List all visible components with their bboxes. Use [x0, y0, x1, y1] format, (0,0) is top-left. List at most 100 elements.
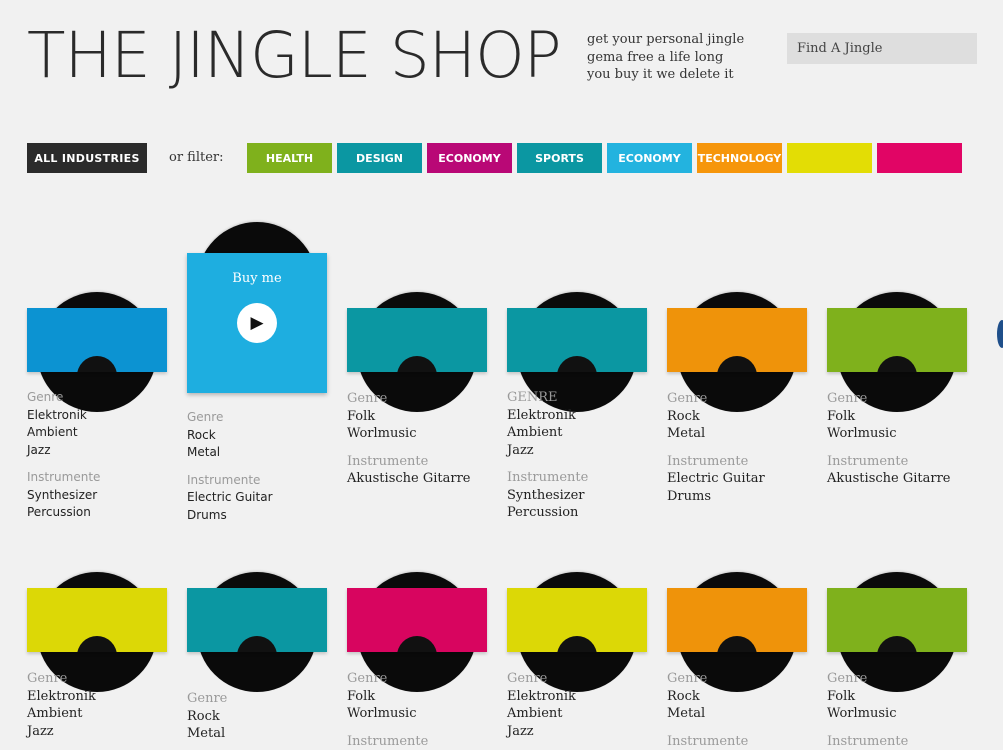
record-hole [77, 356, 117, 372]
genre-label: Genre [667, 391, 708, 406]
instrument-value: Akustische Gitarre [827, 471, 951, 486]
filter-chip[interactable]: HEALTH [247, 143, 332, 173]
genre-label: Genre [187, 691, 228, 706]
record-hole [557, 356, 597, 372]
genre-value: Elektronik [507, 688, 576, 704]
all-industries-button[interactable]: ALL INDUSTRIES [27, 143, 147, 173]
tagline: get your personal jingle gema free a lif… [587, 31, 744, 84]
filter-label: or filter: [169, 150, 224, 165]
filter-chip[interactable] [877, 143, 962, 173]
filter-chip[interactable]: DESIGN [337, 143, 422, 173]
genre-value: Folk [347, 408, 376, 424]
instruments-label: Instrumente [827, 733, 909, 749]
genre-value: Jazz [27, 442, 51, 457]
instruments-label: Instrumente [827, 453, 909, 469]
instruments-label: Instrumente [667, 453, 749, 469]
instruments-label: Instrumente [347, 453, 429, 469]
jingle-info: Genre Folk Worlmusic Instrumente Akustische … [827, 390, 987, 488]
filter-chip[interactable]: SPORTS [517, 143, 602, 173]
genre-label: GENRE [507, 390, 558, 405]
instruments-label: Instrumente [667, 733, 749, 749]
scroll-edge-indicator [997, 320, 1003, 348]
genre-value: Jazz [507, 723, 534, 739]
genre-label: Genre [507, 671, 548, 686]
jingle-info: GENRE Elektronik Ambient Jazz Instrumente Syn… [507, 389, 667, 522]
instrument-value: Akustische Gitarre [347, 471, 471, 486]
genre-value: Worlmusic [827, 426, 897, 441]
jingle-info: Genre Rock Metal Instrumente [667, 670, 827, 750]
genre-value: Jazz [27, 723, 54, 739]
jingle-info: Genre Folk Worlmusic Instrumente [347, 670, 507, 750]
genre-value: Rock [667, 688, 700, 704]
instrument-value: Percussion [27, 505, 91, 519]
genre-value: Worlmusic [827, 706, 897, 721]
record-sleeve [507, 588, 647, 652]
record-sleeve [347, 588, 487, 652]
instruments-label: Instrumente [507, 470, 589, 485]
jingle-info: Genre Folk Worlmusic Instrumente [827, 670, 987, 750]
search-input[interactable] [787, 33, 977, 64]
play-icon[interactable]: ▶ [237, 303, 277, 343]
instruments-label: Instrumente [27, 470, 101, 484]
genre-value: Ambient [27, 425, 78, 439]
filter-chip[interactable]: ECONOMY [427, 143, 512, 173]
genre-label: Genre [187, 410, 224, 424]
record-hole [877, 636, 917, 652]
instrument-value: Electric Guitar [187, 490, 273, 504]
genre-value: Folk [347, 688, 376, 704]
record-hole [77, 636, 117, 652]
genre-value: Worlmusic [347, 706, 417, 721]
genre-label: Genre [347, 671, 388, 686]
genre-value: Jazz [507, 442, 534, 458]
genre-value: Worlmusic [347, 426, 417, 441]
genre-value: Metal [667, 706, 706, 721]
genre-label: Genre [827, 391, 868, 406]
record-hole [557, 636, 597, 652]
record-sleeve [667, 588, 807, 652]
buy-button[interactable]: Buy me [187, 271, 327, 286]
jingle-info: Genre Elektronik Ambient Jazz [27, 670, 187, 740]
record-sleeve [507, 308, 647, 372]
genre-label: Genre [27, 390, 64, 404]
genre-label: Genre [347, 391, 388, 406]
genre-value: Elektronik [27, 688, 96, 704]
jingle-info: Genre Rock Metal [187, 690, 347, 743]
record-hole [397, 356, 437, 372]
jingle-info: Genre Rock Metal Instrumente Electric Guitar… [667, 390, 827, 505]
record-sleeve [667, 308, 807, 372]
jingle-info: Genre Elektronik Ambient Jazz Instrumente Syn… [27, 389, 187, 522]
genre-label: Genre [667, 671, 708, 686]
genre-value: Rock [187, 708, 220, 724]
genre-value: Ambient [507, 706, 563, 721]
record-hole [397, 636, 437, 652]
genre-value: Elektronik [507, 407, 576, 423]
instruments-label: Instrumente [347, 733, 429, 749]
record-sleeve [27, 308, 167, 372]
filter-chip[interactable] [787, 143, 872, 173]
genre-value: Folk [827, 408, 856, 424]
instrument-value: Percussion [507, 505, 579, 520]
record-sleeve [827, 308, 967, 372]
instrument-value: Synthesizer [27, 487, 98, 502]
genre-value: Elektronik [27, 407, 87, 422]
filter-chip[interactable]: TECHNOLOGY [697, 143, 782, 173]
genre-value: Ambient [507, 425, 563, 440]
genre-value: Metal [187, 445, 221, 459]
tagline-line: gema free a life long [587, 49, 724, 65]
jingle-info: Genre Rock Metal Instrumente Electric Guitar… [187, 409, 347, 524]
instrument-value: Drums [187, 507, 227, 522]
genre-value: Rock [187, 427, 216, 442]
record-hole [717, 356, 757, 372]
record-hole [877, 356, 917, 372]
record-sleeve [27, 588, 167, 652]
record-sleeve [347, 308, 487, 372]
genre-value: Metal [667, 426, 706, 441]
featured-jingle-card[interactable]: Buy me ▶ [187, 253, 327, 393]
record-sleeve [187, 588, 327, 652]
genre-value: Metal [187, 726, 226, 741]
record-sleeve [827, 588, 967, 652]
filter-chip[interactable]: ECONOMY [607, 143, 692, 173]
instrument-value: Electric Guitar [667, 471, 765, 486]
tagline-line: you buy it we delete it [587, 67, 734, 82]
instrument-value: Synthesizer [507, 487, 585, 503]
